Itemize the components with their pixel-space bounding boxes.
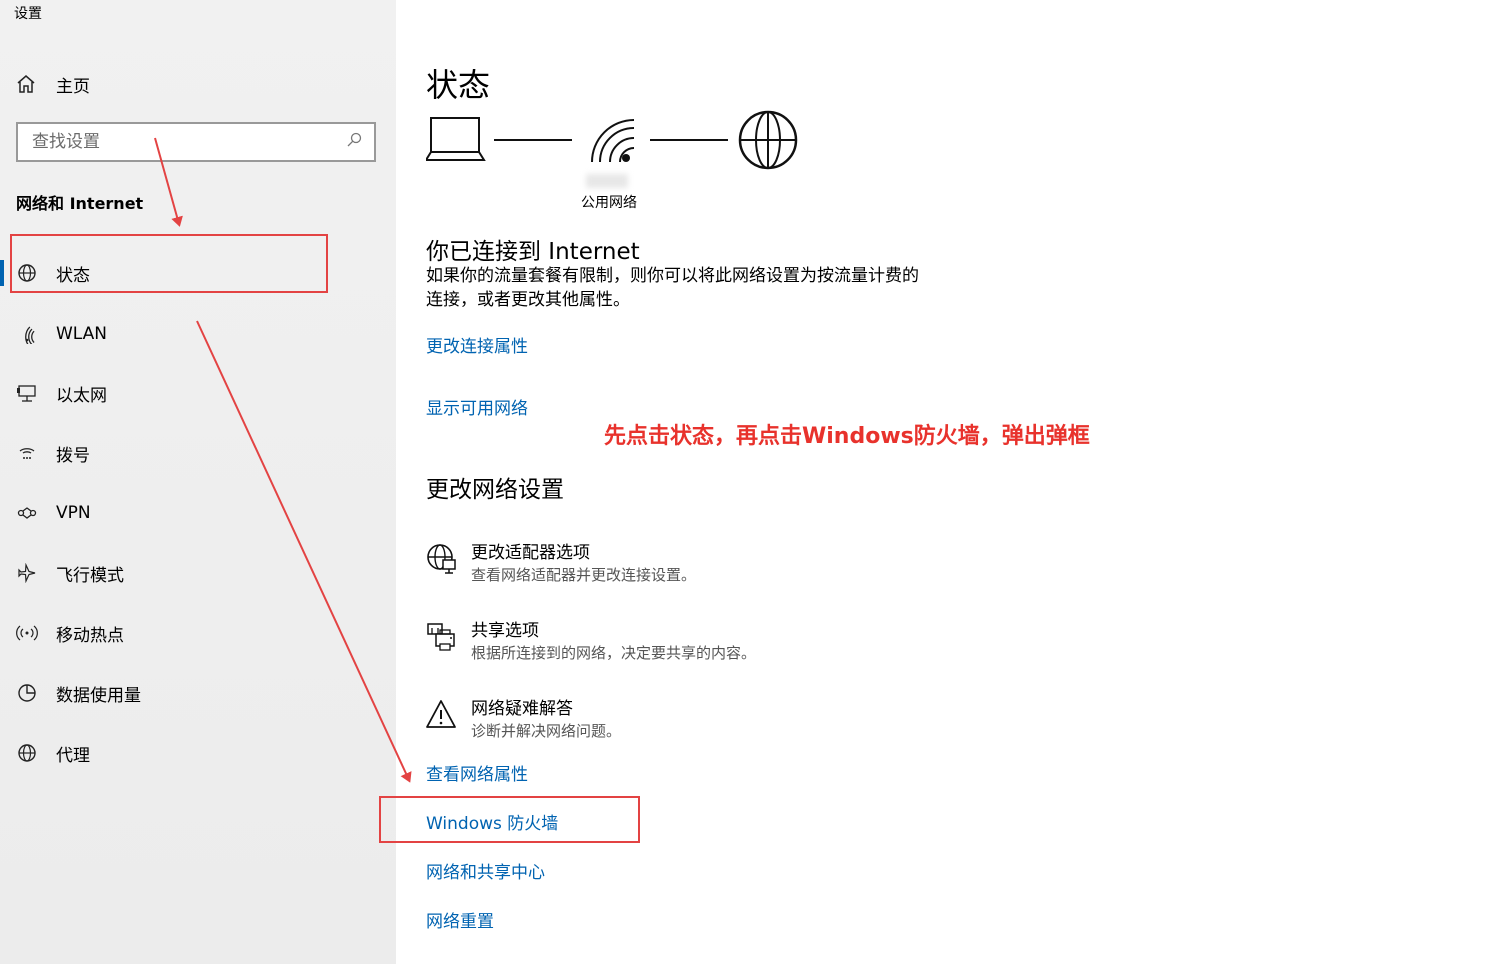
home-nav-item[interactable]: 主页 bbox=[16, 70, 90, 98]
search-icon[interactable] bbox=[346, 132, 362, 152]
option-title: 网络疑难解答 bbox=[471, 699, 573, 719]
sidebar-item-label: 代理 bbox=[56, 745, 90, 766]
option-description: 根据所连接到的网络，决定要共享的内容。 bbox=[471, 644, 757, 662]
sidebar-item-dialup[interactable]: 拨号 bbox=[14, 438, 90, 468]
sidebar-item-label: 飞行模式 bbox=[56, 565, 124, 586]
redacted-network-name bbox=[586, 174, 628, 188]
highlight-box-status bbox=[10, 234, 328, 293]
change-settings-heading: 更改网络设置 bbox=[426, 477, 564, 503]
change-connection-properties-link[interactable]: 更改连接属性 bbox=[426, 332, 528, 357]
sidebar-item-hotspot[interactable]: 移动热点 bbox=[14, 618, 124, 648]
data-usage-icon bbox=[14, 682, 40, 704]
window-title: 设置 bbox=[14, 6, 42, 22]
network-reset-link[interactable]: 网络重置 bbox=[426, 907, 494, 932]
home-icon bbox=[16, 74, 40, 94]
proxy-globe-icon bbox=[14, 742, 40, 764]
section-title: 网络和 Internet bbox=[16, 194, 144, 213]
warning-icon bbox=[426, 700, 456, 728]
wifi-signal-icon bbox=[591, 119, 635, 163]
highlight-box-firewall bbox=[379, 796, 640, 843]
description-line: 如果你的流量套餐有限制，则你可以将此网络设置为按流量计费的 bbox=[426, 266, 919, 286]
sidebar-item-label: VPN bbox=[56, 503, 91, 523]
option-description: 诊断并解决网络问题。 bbox=[471, 722, 622, 740]
internet-globe-icon bbox=[738, 110, 798, 170]
sidebar-item-ethernet[interactable]: 以太网 bbox=[14, 378, 107, 408]
search-input[interactable] bbox=[32, 132, 346, 152]
connected-heading: 你已连接到 Internet bbox=[426, 239, 640, 265]
laptop-icon bbox=[426, 117, 486, 161]
search-box[interactable] bbox=[16, 122, 376, 162]
dialup-icon bbox=[14, 442, 40, 464]
adapter-icon bbox=[427, 544, 456, 574]
sidebar-item-label: 拨号 bbox=[56, 445, 90, 466]
option-title: 更改适配器选项 bbox=[471, 543, 590, 563]
airplane-icon bbox=[14, 562, 40, 584]
wifi-icon bbox=[14, 323, 40, 345]
sidebar-item-wlan[interactable]: WLAN bbox=[14, 319, 107, 349]
troubleshoot-item[interactable]: 网络疑难解答 诊断并解决网络问题。 bbox=[426, 698, 621, 742]
network-sharing-center-link[interactable]: 网络和共享中心 bbox=[426, 858, 545, 883]
show-available-networks-link[interactable]: 显示可用网络 bbox=[426, 394, 528, 419]
option-description: 查看网络适配器并更改连接设置。 bbox=[471, 566, 697, 584]
sidebar: 设置 主页 网络和 Internet 状态 WLAN 以太网 bbox=[0, 0, 396, 964]
ethernet-icon bbox=[14, 382, 40, 404]
sharing-options-item[interactable]: 共享选项 根据所连接到的网络，决定要共享的内容。 bbox=[426, 620, 756, 664]
annotation-text: 先点击状态，再点击Windows防火墙，弹出弹框 bbox=[604, 424, 1090, 449]
sidebar-item-label: 以太网 bbox=[56, 385, 107, 406]
view-network-properties-link[interactable]: 查看网络属性 bbox=[426, 760, 528, 785]
adapter-options-item[interactable]: 更改适配器选项 查看网络适配器并更改连接设置。 bbox=[426, 542, 696, 586]
description-line: 连接，或者更改其他属性。 bbox=[426, 290, 630, 310]
page-title: 状态 bbox=[426, 66, 491, 104]
hotspot-icon bbox=[14, 622, 40, 644]
sidebar-item-label: WLAN bbox=[56, 324, 108, 344]
sidebar-item-label: 移动热点 bbox=[56, 625, 124, 646]
sidebar-item-proxy[interactable]: 代理 bbox=[14, 738, 90, 768]
sharing-icon bbox=[427, 623, 455, 651]
home-label: 主页 bbox=[56, 76, 90, 97]
sidebar-item-airplane[interactable]: 飞行模式 bbox=[14, 558, 124, 588]
connected-description: 如果你的流量套餐有限制，则你可以将此网络设置为按流量计费的 连接，或者更改其他属… bbox=[426, 264, 986, 312]
active-indicator bbox=[0, 260, 4, 286]
sidebar-item-label: 数据使用量 bbox=[56, 685, 141, 706]
sidebar-item-vpn[interactable]: VPN bbox=[14, 498, 91, 528]
option-title: 共享选项 bbox=[471, 621, 539, 641]
network-type-label: 公用网络 bbox=[581, 195, 637, 211]
sidebar-item-data-usage[interactable]: 数据使用量 bbox=[14, 678, 141, 708]
vpn-icon bbox=[14, 502, 40, 524]
